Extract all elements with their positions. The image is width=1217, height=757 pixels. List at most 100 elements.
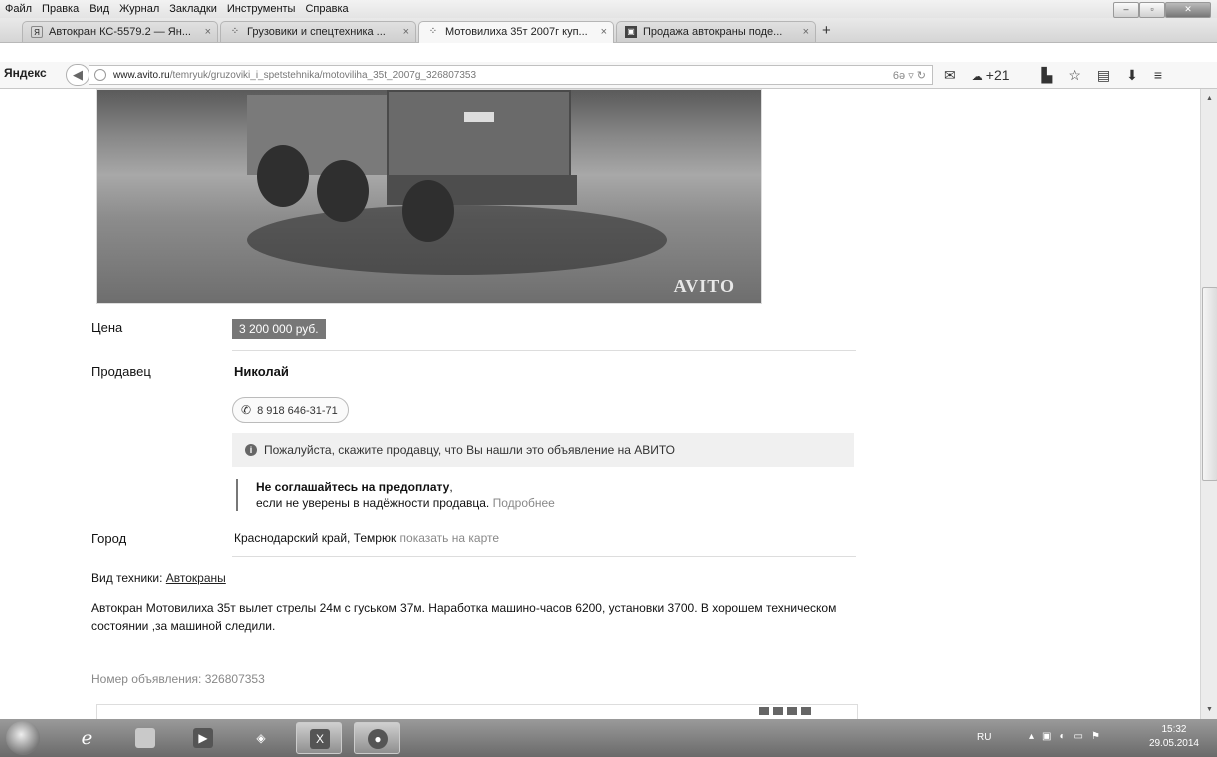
- vehicle-type-link[interactable]: Автокраны: [166, 571, 226, 585]
- menu-edit[interactable]: Правка: [36, 0, 83, 18]
- tab-prodazha-avtokrany[interactable]: ▣ Продажа автокраны поде... ×: [616, 21, 816, 42]
- bookmarks-list-icon[interactable]: ▤: [1097, 67, 1110, 84]
- price-badge: 3 200 000 руб.: [232, 319, 326, 339]
- close-icon[interactable]: ×: [601, 22, 607, 43]
- taskbar-media[interactable]: ▶: [180, 722, 226, 754]
- taskbar: ℯ ▶ ◈ X ● RU ▴▣◐▭⚑ 15:32 29.05.2014: [0, 719, 1217, 757]
- tray-icons[interactable]: ▴▣◐▭⚑: [1029, 731, 1108, 742]
- close-button[interactable]: ✕: [1165, 2, 1211, 18]
- scroll-up-icon[interactable]: ▲: [1206, 95, 1213, 102]
- clock-time: 15:32: [1161, 724, 1187, 735]
- seller-notice: i Пожалуйста, скажите продавцу, что Вы н…: [232, 433, 854, 467]
- info-icon: i: [245, 444, 257, 456]
- seller-label: Продавец: [91, 364, 151, 379]
- divider: [232, 350, 856, 351]
- menu-file[interactable]: Файл: [0, 0, 36, 18]
- toolbar-icons: ✉ ☁ +21 ▙ ☆ ▤ ⬇ ≡: [944, 65, 1178, 85]
- window-controls: – ▫ ✕: [1113, 2, 1211, 18]
- share-icon[interactable]: [759, 707, 769, 715]
- taskbar-excel[interactable]: X: [296, 722, 342, 754]
- language-indicator[interactable]: RU: [977, 732, 991, 743]
- menu-icon[interactable]: ≡: [1154, 67, 1162, 83]
- menu-help[interactable]: Справка: [299, 0, 352, 18]
- weather-indicator[interactable]: ☁ +21: [972, 67, 1026, 83]
- url-host: www.avito.ru: [113, 70, 170, 81]
- tab-label: Грузовики и спецтехника ...: [247, 26, 386, 38]
- weather-temp: +21: [985, 67, 1010, 83]
- menu-bookmarks[interactable]: Закладки: [163, 0, 221, 18]
- mail-icon[interactable]: ✉: [944, 67, 956, 84]
- notice-text: Пожалуйста, скажите продавцу, что Вы наш…: [264, 443, 675, 457]
- vehicle-type: Вид техники: Автокраны: [91, 571, 226, 585]
- menu-history[interactable]: Журнал: [113, 0, 163, 18]
- folder-icon: [135, 728, 155, 748]
- bookmark-star-icon[interactable]: ☆: [1068, 67, 1081, 84]
- browser-icon: ℯ: [81, 728, 93, 748]
- navigation-bar: Яндекс ◀ www.avito.ru/temryuk/gruzoviki_…: [0, 62, 1217, 89]
- reload-icon[interactable]: 6ə ▿ ↻: [893, 66, 926, 86]
- tab-gruzoviki[interactable]: ⁘ Грузовики и спецтехника ... ×: [220, 21, 416, 42]
- start-button[interactable]: [6, 721, 40, 755]
- ad-number-label: Номер объявления:: [91, 672, 202, 686]
- tab-autokran-yandex[interactable]: Я Автокран КС-5579.2 — Ян... ×: [22, 21, 218, 42]
- show-on-map-link[interactable]: показать на карте: [400, 531, 500, 545]
- city-label: Город: [91, 531, 127, 546]
- taskbar-yandex-browser[interactable]: ●: [354, 722, 400, 754]
- new-tab-button[interactable]: +: [822, 21, 831, 41]
- warning-title: Не соглашайтесь на предоплату: [256, 480, 450, 494]
- seller-name[interactable]: Николай: [234, 364, 289, 379]
- price-label: Цена: [91, 320, 123, 335]
- tab-motoviliha[interactable]: ⁘ Мотовилиха 35т 2007г куп... ×: [418, 21, 614, 43]
- globe-icon: [94, 69, 106, 81]
- minimize-button[interactable]: –: [1113, 2, 1139, 18]
- menu-view[interactable]: Вид: [83, 0, 113, 18]
- taskbar-ie[interactable]: ℯ: [64, 722, 110, 754]
- warning-text: если не уверены в надёжности продавца.: [256, 496, 490, 510]
- tab-label: Мотовилиха 35т 2007г куп...: [445, 26, 588, 38]
- phone-icon: ✆: [241, 403, 252, 417]
- avito-watermark: AVITO: [673, 276, 735, 296]
- share-icon[interactable]: [773, 707, 783, 715]
- listing-photo[interactable]: AVITO: [96, 89, 762, 304]
- menu-bar: Файл Правка Вид Журнал Закладки Инструменты Сп…: [0, 0, 1217, 18]
- prepayment-warning: Не соглашайтесь на предоплату, если не у…: [236, 479, 555, 511]
- avito-icon: ⁘: [230, 26, 240, 37]
- maximize-button[interactable]: ▫: [1139, 2, 1165, 18]
- tab-label: Автокран КС-5579.2 — Ян...: [49, 26, 191, 38]
- city: Краснодарский край, Темрюк показать на к…: [234, 531, 499, 545]
- clock[interactable]: 15:32 29.05.2014: [1149, 723, 1199, 751]
- scroll-down-icon[interactable]: ▼: [1206, 706, 1213, 713]
- show-phone-button[interactable]: ✆ 8 918 646-31-71: [232, 397, 349, 423]
- actions-panel: [96, 704, 858, 719]
- vehicle-type-label: Вид техники:: [91, 571, 163, 585]
- close-icon[interactable]: ×: [803, 22, 809, 42]
- share-icon[interactable]: [801, 707, 811, 715]
- play-icon: ▶: [193, 728, 213, 748]
- app-icon: ◈: [256, 731, 266, 745]
- extension-icon[interactable]: ▙: [1042, 67, 1053, 84]
- avito-icon: ⁘: [428, 26, 438, 37]
- listing-description: Автокран Мотовилиха 35т вылет стрелы 24м…: [91, 601, 837, 633]
- vertical-scrollbar[interactable]: ▲ ▼: [1200, 89, 1217, 719]
- taskbar-explorer[interactable]: [122, 722, 168, 754]
- address-bar[interactable]: www.avito.ru/temryuk/gruzoviki_i_spetste…: [89, 65, 933, 85]
- excel-icon: X: [310, 729, 330, 749]
- close-icon[interactable]: ×: [403, 22, 409, 42]
- close-icon[interactable]: ×: [205, 22, 211, 42]
- yandex-brand[interactable]: Яндекс: [4, 66, 47, 80]
- scroll-thumb[interactable]: [1202, 287, 1217, 481]
- yandex-icon: Я: [31, 26, 43, 38]
- back-button[interactable]: ◀: [66, 64, 90, 86]
- city-value: Краснодарский край, Темрюк: [234, 531, 397, 545]
- yandex-browser-icon: ●: [368, 729, 388, 749]
- divider: [232, 556, 856, 557]
- download-icon[interactable]: ⬇: [1126, 67, 1138, 84]
- ad-number-value: 326807353: [204, 672, 265, 686]
- tab-bar: Я Автокран КС-5579.2 — Ян... × ⁘ Грузови…: [0, 18, 1217, 43]
- url-path: /temryuk/gruzoviki_i_spetstehnika/motovi…: [169, 70, 477, 81]
- menu-tools[interactable]: Инструменты: [221, 0, 300, 18]
- more-info-link[interactable]: Подробнее: [493, 496, 555, 510]
- share-icon[interactable]: [787, 707, 797, 715]
- ad-number: Номер объявления: 326807353: [91, 672, 265, 686]
- taskbar-app[interactable]: ◈: [238, 722, 284, 754]
